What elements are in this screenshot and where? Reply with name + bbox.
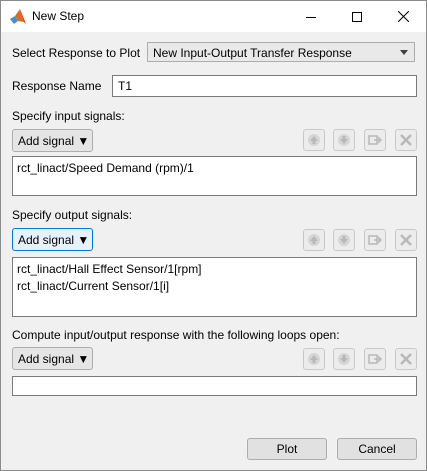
response-type-dropdown[interactable]: New Input-Output Transfer Response: [147, 42, 415, 62]
loops-open-label: Compute input/output response with the f…: [12, 328, 340, 342]
loops-open-field[interactable]: [12, 376, 417, 396]
loops-move-down-button[interactable]: [333, 348, 355, 370]
move-down-icon: [338, 353, 350, 365]
dropdown-arrow-icon: [400, 50, 408, 55]
loops-delete-button[interactable]: [395, 348, 417, 370]
output-edit-button[interactable]: [364, 229, 386, 251]
cancel-button[interactable]: Cancel: [337, 438, 417, 460]
edit-signal-icon: [368, 235, 382, 245]
maximize-icon: [352, 11, 362, 22]
response-name-field[interactable]: T1: [112, 75, 417, 97]
output-signals-label: Specify output signals:: [12, 208, 133, 222]
new-step-dialog: New Step Select Response to Plot New Inp…: [0, 0, 427, 471]
minimize-icon: [306, 16, 316, 18]
delete-icon: [400, 353, 412, 365]
select-response-label: Select Response to Plot: [12, 46, 141, 60]
move-up-icon: [308, 234, 320, 246]
matlab-logo-icon: [9, 8, 27, 26]
edit-signal-icon: [368, 354, 382, 364]
output-move-down-button[interactable]: [333, 229, 355, 251]
delete-icon: [400, 134, 412, 146]
output-move-up-button[interactable]: [303, 229, 325, 251]
input-signals-label: Specify input signals:: [12, 109, 125, 123]
response-name-label: Response Name: [12, 79, 102, 93]
add-input-signal-button[interactable]: Add signal ▼: [12, 129, 93, 152]
close-button[interactable]: [380, 1, 426, 32]
list-item[interactable]: rct_linact/Hall Effect Sensor/1[rpm]: [17, 262, 202, 276]
move-up-icon: [308, 134, 320, 146]
input-edit-button[interactable]: [364, 129, 386, 151]
input-delete-button[interactable]: [395, 129, 417, 151]
maximize-button[interactable]: [334, 1, 380, 32]
loops-move-up-button[interactable]: [303, 348, 325, 370]
close-icon: [397, 11, 409, 22]
response-name-value: T1: [118, 79, 133, 93]
input-signals-list[interactable]: rct_linact/Speed Demand (rpm)/1: [12, 156, 417, 196]
minimize-button[interactable]: [288, 1, 334, 32]
response-type-value: New Input-Output Transfer Response: [153, 46, 352, 60]
loops-edit-button[interactable]: [364, 348, 386, 370]
list-item[interactable]: rct_linact/Speed Demand (rpm)/1: [17, 161, 194, 175]
edit-signal-icon: [368, 135, 382, 145]
output-delete-button[interactable]: [395, 229, 417, 251]
add-loop-signal-button[interactable]: Add signal ▼: [12, 347, 93, 370]
delete-icon: [400, 234, 412, 246]
add-output-signal-button[interactable]: Add signal ▼: [12, 228, 93, 251]
move-down-icon: [338, 134, 350, 146]
add-output-signal-label: Add signal ▼: [18, 233, 90, 247]
move-up-icon: [308, 353, 320, 365]
add-input-signal-label: Add signal ▼: [18, 134, 90, 148]
plot-button[interactable]: Plot: [247, 438, 327, 460]
move-down-icon: [338, 234, 350, 246]
input-move-up-button[interactable]: [303, 129, 325, 151]
add-loop-signal-label: Add signal ▼: [18, 352, 90, 366]
window-title: New Step: [32, 9, 85, 23]
list-item[interactable]: rct_linact/Current Sensor/1[i]: [17, 279, 169, 293]
title-bar: New Step: [1, 1, 426, 32]
output-signals-list[interactable]: rct_linact/Hall Effect Sensor/1[rpm] rct…: [12, 257, 417, 317]
input-move-down-button[interactable]: [333, 129, 355, 151]
